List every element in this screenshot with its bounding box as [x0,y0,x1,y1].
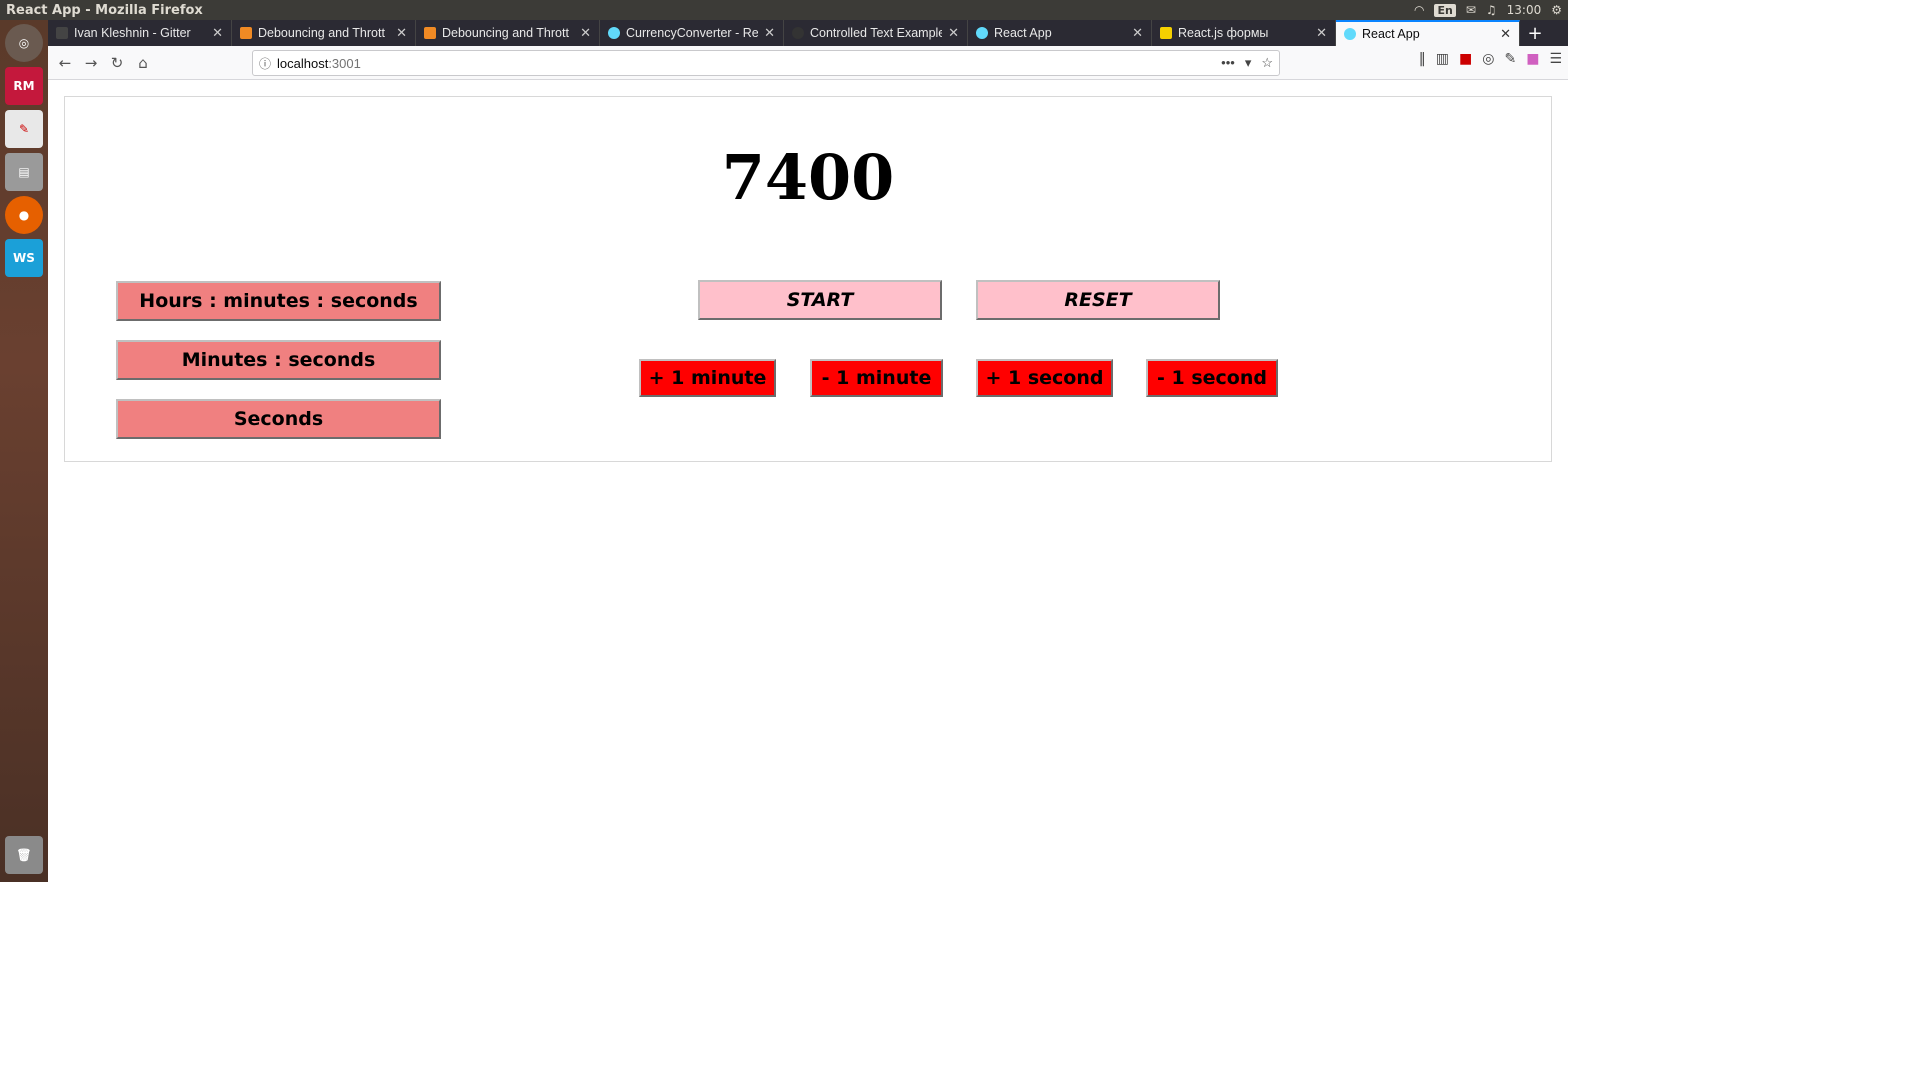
reset-button[interactable]: RESET [976,280,1220,320]
clock[interactable]: 13:00 [1507,3,1542,17]
timer-display: 7400 [721,141,895,214]
tab-label: React.js формы [1178,26,1269,40]
close-icon[interactable]: ✕ [1132,25,1143,41]
system-top-bar: React App - Mozilla Firefox ◠ En ✉ ♫ 13:… [0,0,1568,20]
tab-gitter[interactable]: Ivan Kleshnin - Gitter ✕ [48,20,232,46]
tab-label: Debouncing and Thrott [442,26,569,40]
extension-icon[interactable]: ■ [1459,51,1472,67]
color-extension-icon[interactable]: ■ [1526,51,1539,67]
tab-label: Debouncing and Thrott [258,26,385,40]
close-icon[interactable]: ✕ [948,25,959,41]
tab-label: Ivan Kleshnin - Gitter [74,26,191,40]
close-icon[interactable]: ✕ [764,25,775,41]
tab-react-app-1[interactable]: React App ✕ [968,20,1152,46]
new-tab-button[interactable]: + [1520,20,1550,46]
tab-debouncing-1[interactable]: Debouncing and Thrott ✕ [232,20,416,46]
tab-favicon-icon [976,27,988,39]
keyboard-layout-indicator[interactable]: En [1434,3,1456,17]
tab-favicon-icon [240,27,252,39]
back-arrow-icon[interactable]: ← [52,50,78,76]
tab-label: React App [994,26,1052,40]
webstorm-icon[interactable]: WS [5,239,43,277]
eyedropper-icon[interactable]: ✎ [1504,51,1516,67]
text-editor-icon[interactable]: ✎ [5,110,43,148]
close-icon[interactable]: ✕ [580,25,591,41]
bookmark-star-icon[interactable]: ☆ [1261,55,1273,71]
subtract-second-button[interactable]: - 1 second [1146,359,1278,397]
wifi-icon[interactable]: ◠ [1414,3,1424,17]
close-icon[interactable]: ✕ [212,25,223,41]
site-info-icon[interactable]: ⓘ [253,55,277,72]
home-icon[interactable]: ⌂ [130,50,156,76]
tab-favicon-icon [424,27,436,39]
format-ms-button[interactable]: Minutes : seconds [116,340,441,380]
menu-icon[interactable]: ☰ [1549,51,1562,67]
sidebar-icon[interactable]: ▥ [1436,51,1449,67]
tab-favicon-icon [608,27,620,39]
library-icon[interactable]: ‖ [1419,51,1426,67]
close-icon[interactable]: ✕ [396,25,407,41]
add-minute-button[interactable]: + 1 minute [639,359,776,397]
format-hms-button[interactable]: Hours : minutes : seconds [116,281,441,321]
page-actions-icon[interactable]: ••• [1221,55,1235,71]
tab-currency-converter[interactable]: CurrencyConverter - Re ✕ [600,20,784,46]
mail-icon[interactable]: ✉ [1466,3,1476,17]
firefox-icon[interactable]: ● [5,196,43,234]
tab-label: React App [1362,27,1420,41]
tab-label: Controlled Text Example [810,26,943,40]
system-tray: ◠ En ✉ ♫ 13:00 ⚙ [1414,3,1568,17]
files-icon[interactable]: ▤ [5,153,43,191]
page-content: 7400 Hours : minutes : seconds Minutes :… [48,80,1568,882]
trash-icon[interactable]: 🗑 [5,836,43,874]
window-title: React App - Mozilla Firefox [6,2,203,18]
navigation-bar: ← → ↻ ⌂ ⓘ localhost:3001 ••• ▾ ☆ ‖ ▥ ■ ◎… [48,46,1568,80]
timer-card: 7400 Hours : minutes : seconds Minutes :… [64,96,1552,462]
volume-icon[interactable]: ♫ [1486,3,1497,17]
settings-gear-icon[interactable]: ⚙ [1551,3,1562,17]
unity-launcher: ◎ RM ✎ ▤ ● WS 🗑 [0,20,48,882]
tab-react-forms[interactable]: React.js формы ✕ [1152,20,1336,46]
tab-favicon-icon [56,27,68,39]
reload-icon[interactable]: ↻ [104,50,130,76]
tab-debouncing-2[interactable]: Debouncing and Thrott ✕ [416,20,600,46]
rubymine-icon[interactable]: RM [5,67,43,105]
url-text[interactable]: localhost:3001 [277,56,1221,71]
forward-arrow-icon[interactable]: → [78,50,104,76]
format-seconds-button[interactable]: Seconds [116,399,441,439]
globe-icon[interactable]: ◎ [1482,51,1494,67]
tab-label: CurrencyConverter - Re [626,26,759,40]
pocket-icon[interactable]: ▾ [1245,55,1252,71]
tab-strip: Ivan Kleshnin - Gitter ✕ Debouncing and … [48,20,1568,46]
close-icon[interactable]: ✕ [1500,26,1511,42]
ubuntu-dash-icon[interactable]: ◎ [5,24,43,62]
add-second-button[interactable]: + 1 second [976,359,1113,397]
tab-controlled-text[interactable]: Controlled Text Example ✕ [784,20,968,46]
tab-favicon-icon [1344,28,1356,40]
tab-react-app-active[interactable]: React App ✕ [1336,20,1520,46]
tab-favicon-icon [1160,27,1172,39]
subtract-minute-button[interactable]: - 1 minute [810,359,943,397]
start-button[interactable]: START [698,280,942,320]
url-bar[interactable]: ⓘ localhost:3001 ••• ▾ ☆ [252,50,1280,76]
tab-favicon-icon [792,27,804,39]
close-icon[interactable]: ✕ [1316,25,1327,41]
